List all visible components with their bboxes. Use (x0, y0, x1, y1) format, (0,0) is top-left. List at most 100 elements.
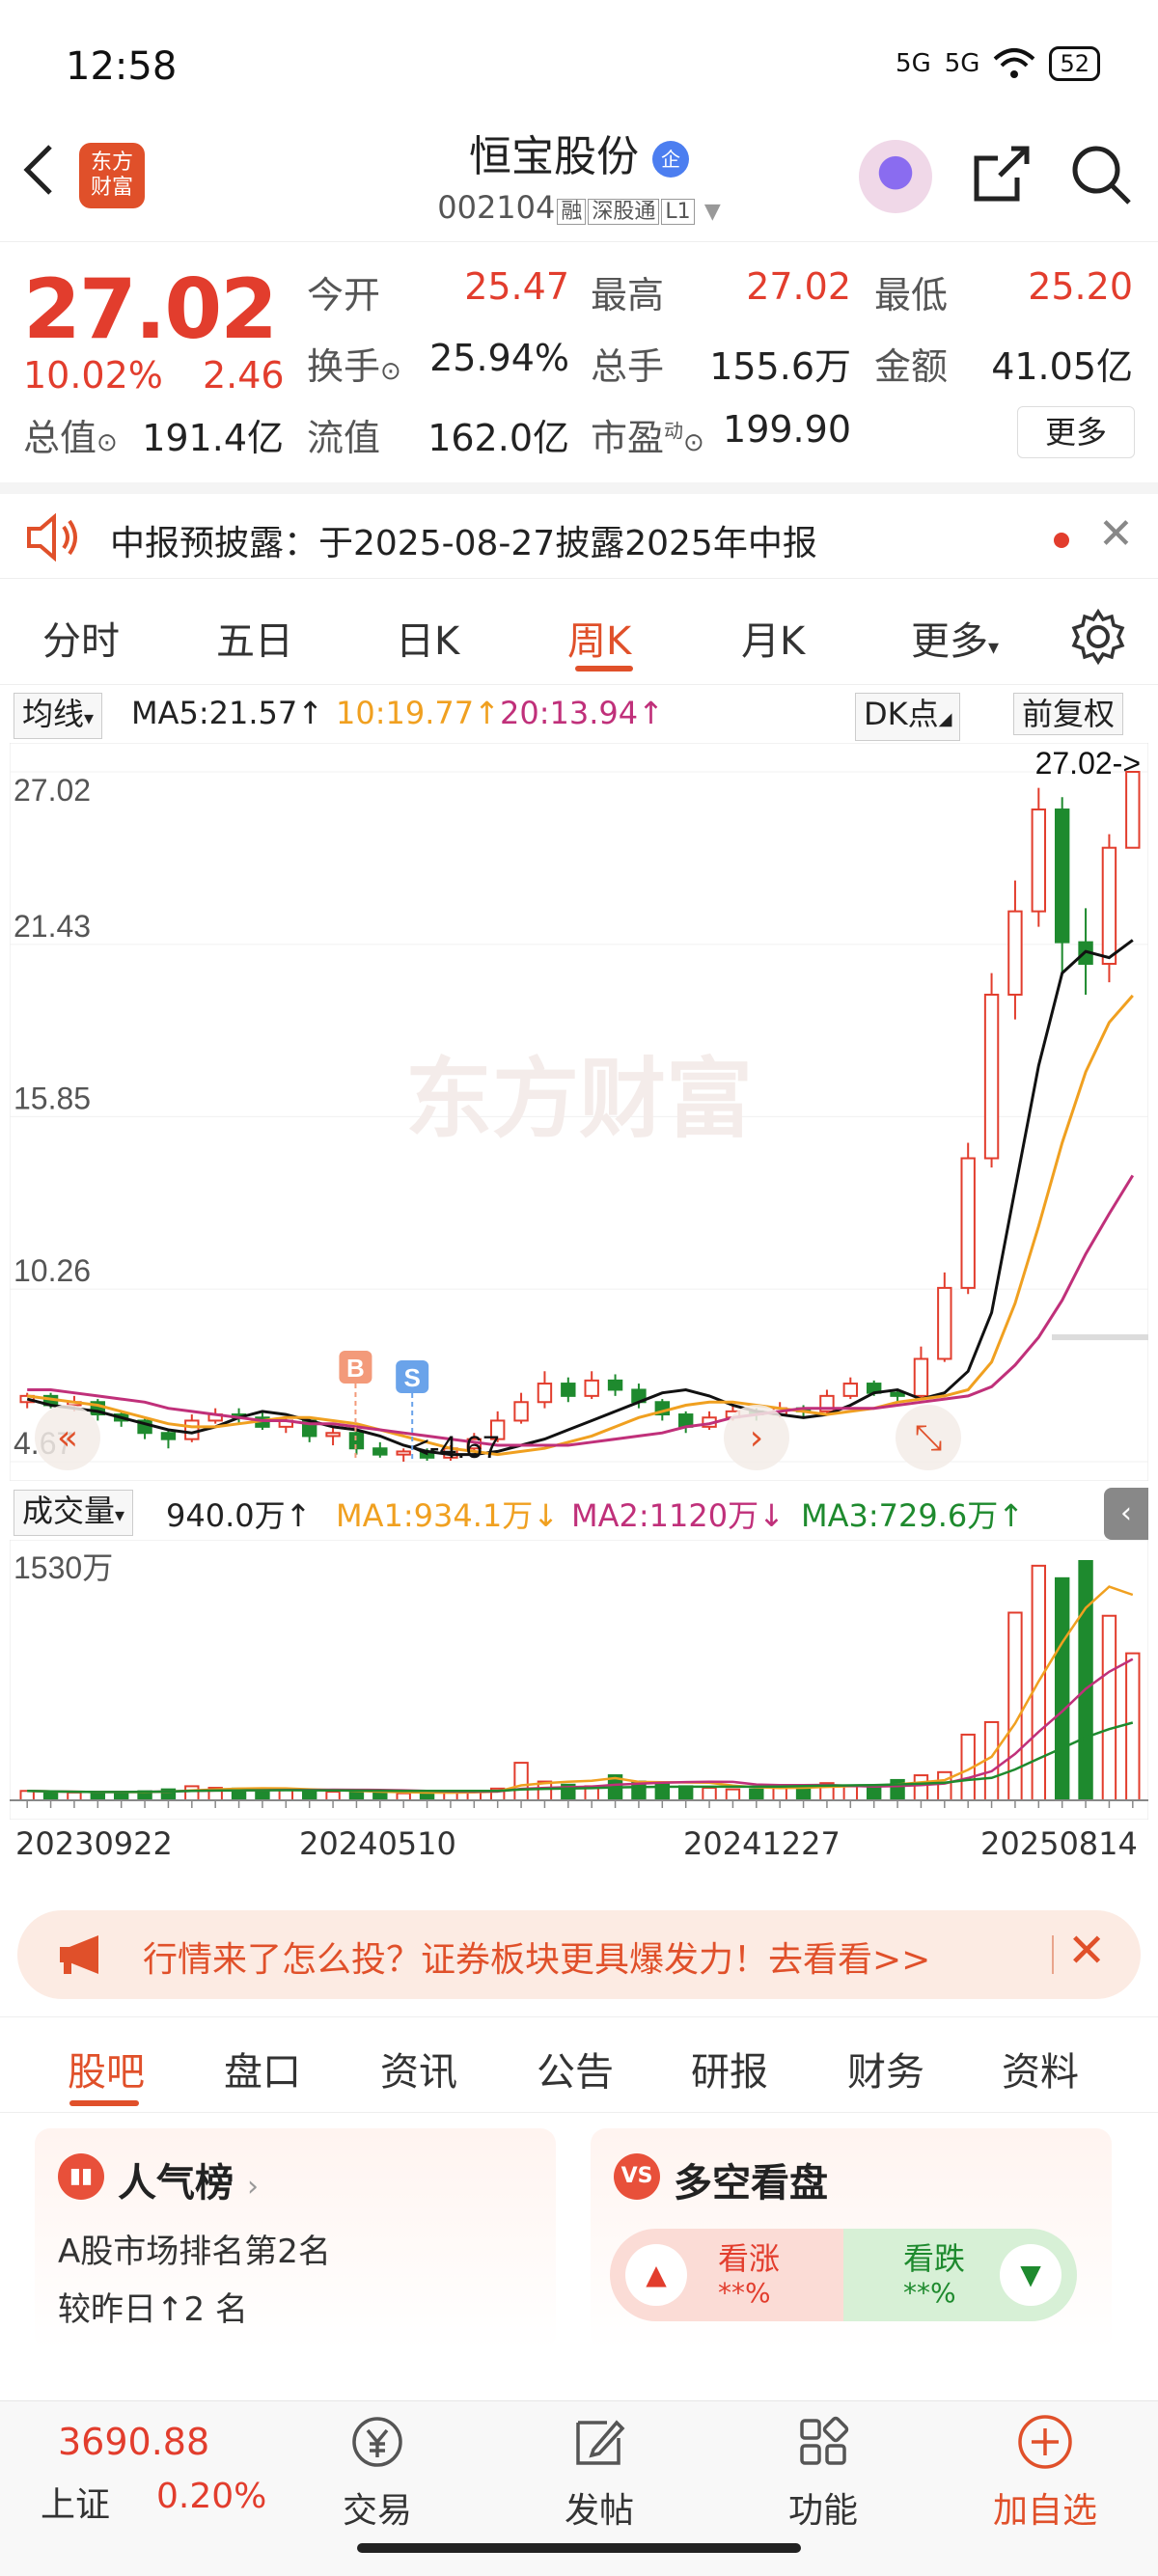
pct-change: 10.02% (23, 354, 163, 397)
candle-body (160, 1432, 177, 1440)
bar-chart-icon: ▮▮ (58, 2153, 104, 2200)
candle-body (1031, 808, 1047, 913)
close-icon[interactable]: ✕ (1067, 1924, 1106, 1978)
promo-banner[interactable]: 行情来了怎么投？证券板块更具爆发力！去看看>> ✕ (17, 1910, 1141, 1999)
high-label: 最高 (591, 274, 665, 316)
nav-functions[interactable]: 功能 (760, 2411, 886, 2533)
nav-trade[interactable]: 交易 (315, 2411, 440, 2533)
volume-label: 总手 (591, 345, 665, 388)
bull-bear-card[interactable]: VS 多空看盘 ▲ 看涨 **% 看跌 **% ▼ (591, 2128, 1112, 2350)
kline-chart[interactable]: 27.0221.4315.8510.264.67东方财富27.02-><-4.6… (10, 743, 1148, 1481)
pe-label: 市盈动⊙ (591, 408, 704, 461)
tab-announcements[interactable]: 公告 (537, 2041, 614, 2096)
more-quote-button[interactable]: 更多 (1017, 406, 1135, 458)
indicator-selector[interactable]: 成交量▾ (14, 1490, 134, 1536)
tab-intraday[interactable]: 分时 (42, 610, 120, 666)
rank-text: A股市场排名第2名 (58, 2233, 331, 2271)
tab-monthly-k[interactable]: 月K (741, 610, 805, 666)
tab-daily-k[interactable]: 日K (396, 610, 459, 666)
nav-post[interactable]: 发帖 (537, 2411, 662, 2533)
x-tick-label: 20250814 (980, 1825, 1138, 1862)
tab-order-book[interactable]: 盘口 (224, 2041, 301, 2096)
chart-frame (10, 1540, 1148, 1820)
volume-chart[interactable]: 1530万 (10, 1540, 1148, 1820)
volume-bar (1101, 1614, 1117, 1801)
market-cap-label: 总值⊙ (23, 408, 118, 461)
dk-point-toggle[interactable]: DK点◢ (855, 693, 961, 741)
vol-ma3: MA3:729.6万↑ (801, 1497, 1025, 1534)
ma-selector[interactable]: 均线▾ (14, 693, 103, 739)
notice-bar[interactable]: 中报预披露：于2025-08-27披露2025年中报 ✕ (0, 482, 1158, 579)
adjust-toggle[interactable]: 前复权 (1013, 693, 1124, 735)
active-tab-indicator (69, 2100, 139, 2106)
dropdown-caret-icon[interactable]: ▼ (704, 200, 721, 224)
tab-forum[interactable]: 股吧 (68, 2041, 145, 2096)
divider (1052, 1935, 1054, 1974)
tab-research[interactable]: 研报 (691, 2041, 768, 2096)
cellular-signal-icon: 5G (944, 49, 980, 78)
buy-marker-label: B (346, 1354, 365, 1383)
ai-assistant-icon[interactable] (859, 140, 932, 213)
vote-down-label: 看跌 (903, 2240, 966, 2277)
candle-body (396, 1450, 411, 1456)
y-tick-label: 27.02 (14, 773, 91, 808)
vol-ma1: MA1:934.1万↓ (336, 1497, 560, 1534)
vote-down-section[interactable]: 看跌 **% ▼ (843, 2229, 1077, 2321)
vote-up-label: 看涨 (718, 2240, 781, 2277)
search-icon[interactable] (1069, 143, 1133, 206)
candle-body (1054, 808, 1070, 944)
rank-change-text: 较昨日↑2 名 (58, 2290, 248, 2329)
tab-more-label: 更多 (911, 619, 988, 664)
amount-value: 41.05亿 (991, 345, 1133, 388)
candle-body (960, 1157, 976, 1289)
index-value: 3690.88 (58, 2421, 210, 2463)
pe-value: 199.90 (723, 408, 851, 451)
turnover-value: 25.94% (429, 337, 569, 379)
candle-body (890, 1391, 905, 1397)
vote-bar: ▲ 看涨 **% 看跌 **% ▼ (610, 2229, 1077, 2321)
content-tabs: 股吧 盘口 资讯 公告 研报 财务 资料 (0, 2016, 1158, 2113)
close-icon[interactable]: ✕ (1098, 509, 1134, 559)
tab-weekly-k[interactable]: 周K (567, 610, 631, 666)
vol-ma2: MA2:1120万↓ (571, 1497, 785, 1534)
volume-bar (513, 1762, 529, 1801)
popularity-card[interactable]: ▮▮ 人气榜 › A股市场排名第2名 较昨日↑2 名 (35, 2128, 556, 2350)
triangle-up-icon[interactable]: ▲ (625, 2244, 687, 2306)
scroll-left-icon: « (57, 1418, 78, 1458)
info-icon[interactable]: ⊙ (380, 357, 401, 386)
gear-icon[interactable] (1069, 608, 1127, 666)
promo-text: 行情来了怎么投？证券板块更具爆发力！去看看>> (143, 1940, 931, 1980)
share-icon[interactable] (969, 143, 1033, 206)
indicator-selector-label: 成交量 (22, 1493, 116, 1529)
info-icon[interactable]: ⊙ (683, 428, 704, 457)
tab-news[interactable]: 资讯 (380, 2041, 457, 2096)
quote-panel: 27.02 10.02% 2.46 今开 25.47 最高 27.02 最低 2… (0, 241, 1158, 473)
info-icon[interactable]: ⊙ (96, 428, 118, 457)
vs-icon: VS (614, 2153, 660, 2200)
triangle-down-icon[interactable]: ▼ (1000, 2244, 1062, 2306)
ma-selector-label: 均线 (22, 696, 85, 732)
connect-tag: 深股通 (588, 199, 660, 225)
volume-bar (67, 1791, 82, 1801)
nav-add-watchlist[interactable]: 加自选 (982, 2411, 1108, 2533)
vote-up-section[interactable]: ▲ 看涨 **% (610, 2229, 843, 2321)
index-name: 上证 (41, 2485, 111, 2525)
edit-icon (576, 2420, 625, 2465)
enterprise-badge: 企 (652, 141, 689, 178)
dk-label: DK点 (864, 696, 939, 732)
tab-five-day[interactable]: 五日 (216, 610, 293, 666)
tab-financials[interactable]: 财务 (847, 2041, 924, 2096)
volume-bar (702, 1787, 717, 1802)
tab-profile[interactable]: 资料 (1002, 2041, 1079, 2096)
unread-dot (1054, 533, 1069, 548)
volume-bar (396, 1792, 411, 1801)
collapse-panel-icon[interactable]: ‹ (1104, 1488, 1148, 1540)
tab-more[interactable]: 更多▾ (911, 610, 999, 666)
vote-up-value: **% (718, 2277, 771, 2309)
volume-value: 155.6万 (709, 345, 851, 388)
nav-functions-label: 功能 (787, 2491, 858, 2531)
candle-body (842, 1383, 859, 1397)
home-indicator (357, 2543, 801, 2553)
amount-label: 金额 (874, 345, 949, 388)
volume-bar (937, 1770, 952, 1802)
